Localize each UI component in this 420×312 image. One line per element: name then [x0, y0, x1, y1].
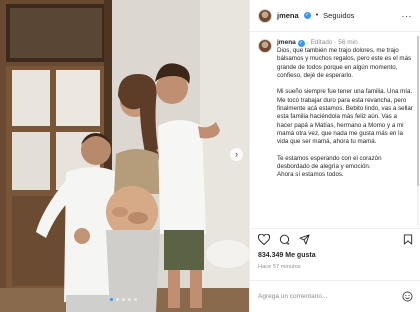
post-caption: jmena ✓ · Editado · 56 min Dios, que tam… — [250, 32, 420, 228]
separator-dot: · — [306, 39, 309, 46]
carousel-indicator — [110, 298, 137, 301]
comment-input[interactable] — [258, 293, 378, 300]
likes-count[interactable]: 834.349 Me gusta — [258, 252, 316, 259]
like-heart-icon[interactable] — [258, 234, 270, 245]
carousel-dot — [116, 298, 119, 301]
carousel-dot — [122, 298, 125, 301]
caption-avatar[interactable] — [258, 39, 272, 53]
post-sidebar: jmena ✓ • Seguidos ··· jmena ✓ · Editado… — [249, 0, 420, 312]
caption-text: Dios, que también me trajo dolores, me t… — [277, 47, 413, 179]
avatar[interactable] — [258, 8, 272, 23]
share-icon[interactable] — [299, 234, 310, 245]
comment-bar — [250, 280, 420, 312]
verified-badge-icon: ✓ — [297, 40, 305, 47]
post-timestamp[interactable]: Hace 57 minutos — [258, 264, 301, 270]
caption-username[interactable]: jmena — [277, 39, 296, 46]
carousel-next-button[interactable]: › — [230, 148, 243, 161]
caption-time: 56 min — [338, 39, 358, 46]
follow-status-button[interactable]: Seguidos — [323, 11, 354, 20]
carousel-dot — [110, 298, 113, 301]
family-photo-image — [0, 0, 249, 312]
author-username[interactable]: jmena — [277, 11, 299, 20]
save-bookmark-icon[interactable] — [403, 234, 413, 245]
separator-dot: · — [334, 39, 337, 46]
more-options-icon[interactable]: ··· — [402, 11, 413, 21]
post-actions — [250, 228, 420, 250]
separator-dot: • — [315, 12, 319, 19]
edited-label: Editado — [310, 39, 333, 46]
post-photo[interactable]: › — [0, 0, 249, 312]
carousel-dot — [134, 298, 137, 301]
emoji-icon[interactable] — [402, 291, 413, 302]
post-header: jmena ✓ • Seguidos ··· — [250, 0, 420, 32]
carousel-dot — [128, 298, 131, 301]
comment-icon[interactable] — [279, 234, 290, 245]
caption-scrollbar[interactable] — [417, 36, 419, 226]
verified-badge-icon: ✓ — [303, 12, 311, 19]
